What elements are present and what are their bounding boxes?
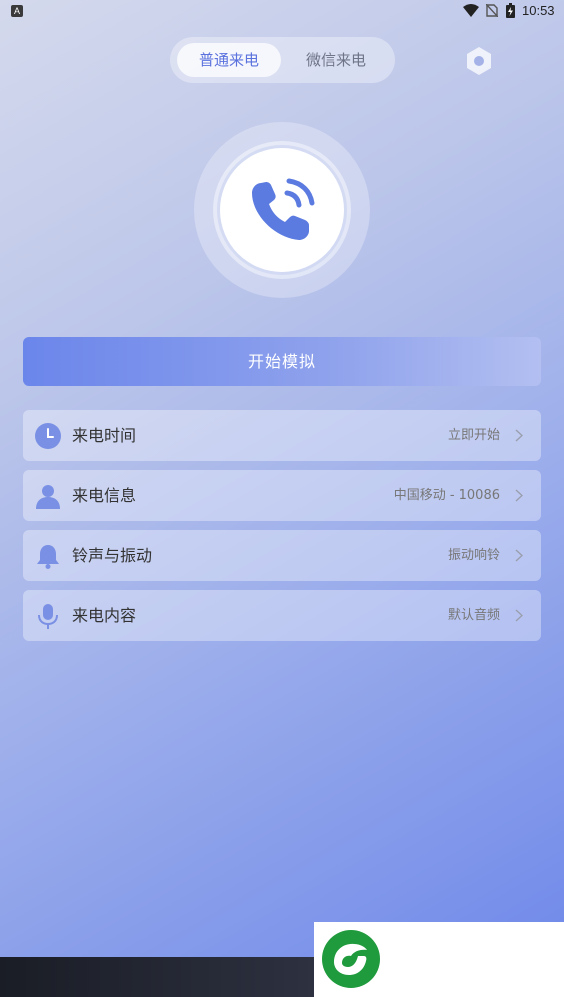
tab-normal-call[interactable]: 普通来电 bbox=[177, 43, 281, 77]
setting-label: 来电时间 bbox=[72, 426, 137, 445]
status-bar: A 10:53 bbox=[0, 0, 564, 24]
call-type-tabs: 普通来电 微信来电 bbox=[170, 37, 395, 83]
settings-icon[interactable] bbox=[464, 46, 494, 76]
chevron-right-icon bbox=[515, 489, 523, 502]
setting-value: 立即开始 bbox=[447, 428, 500, 443]
start-simulation-button[interactable]: 开始模拟 bbox=[23, 337, 541, 386]
setting-label: 来电信息 bbox=[72, 486, 137, 505]
setting-value: 默认音频 bbox=[447, 608, 500, 623]
call-button[interactable] bbox=[220, 148, 344, 272]
no-sim-icon bbox=[486, 4, 498, 17]
setting-value: 振动响铃 bbox=[447, 548, 500, 563]
person-icon bbox=[36, 485, 60, 509]
chevron-right-icon bbox=[515, 429, 523, 442]
setting-label: 铃声与振动 bbox=[72, 546, 153, 565]
microphone-icon bbox=[38, 604, 58, 629]
setting-row-call-info[interactable]: 来电信息 中国移动 - 10086 bbox=[23, 470, 541, 521]
status-time: 10:53 bbox=[522, 3, 555, 18]
battery-icon bbox=[506, 3, 515, 18]
bell-icon bbox=[37, 545, 59, 569]
leaf-logo-icon bbox=[322, 930, 380, 988]
chevron-right-icon bbox=[515, 549, 523, 562]
tab-wechat-call[interactable]: 微信来电 bbox=[291, 43, 381, 77]
chevron-right-icon bbox=[515, 609, 523, 622]
setting-row-call-content[interactable]: 来电内容 默认音频 bbox=[23, 590, 541, 641]
clock-icon bbox=[35, 423, 61, 449]
bottom-bar bbox=[0, 957, 314, 997]
phone-ringing-icon bbox=[252, 178, 315, 240]
watermark-logo bbox=[314, 922, 564, 997]
setting-label: 来电内容 bbox=[72, 606, 137, 625]
setting-value: 中国移动 - 10086 bbox=[393, 488, 500, 503]
wifi-icon bbox=[463, 4, 479, 17]
setting-row-call-time[interactable]: 来电时间 立即开始 bbox=[23, 410, 541, 461]
setting-row-ringtone-vibration[interactable]: 铃声与振动 振动响铃 bbox=[23, 530, 541, 581]
app-notification-icon: A bbox=[11, 5, 23, 17]
